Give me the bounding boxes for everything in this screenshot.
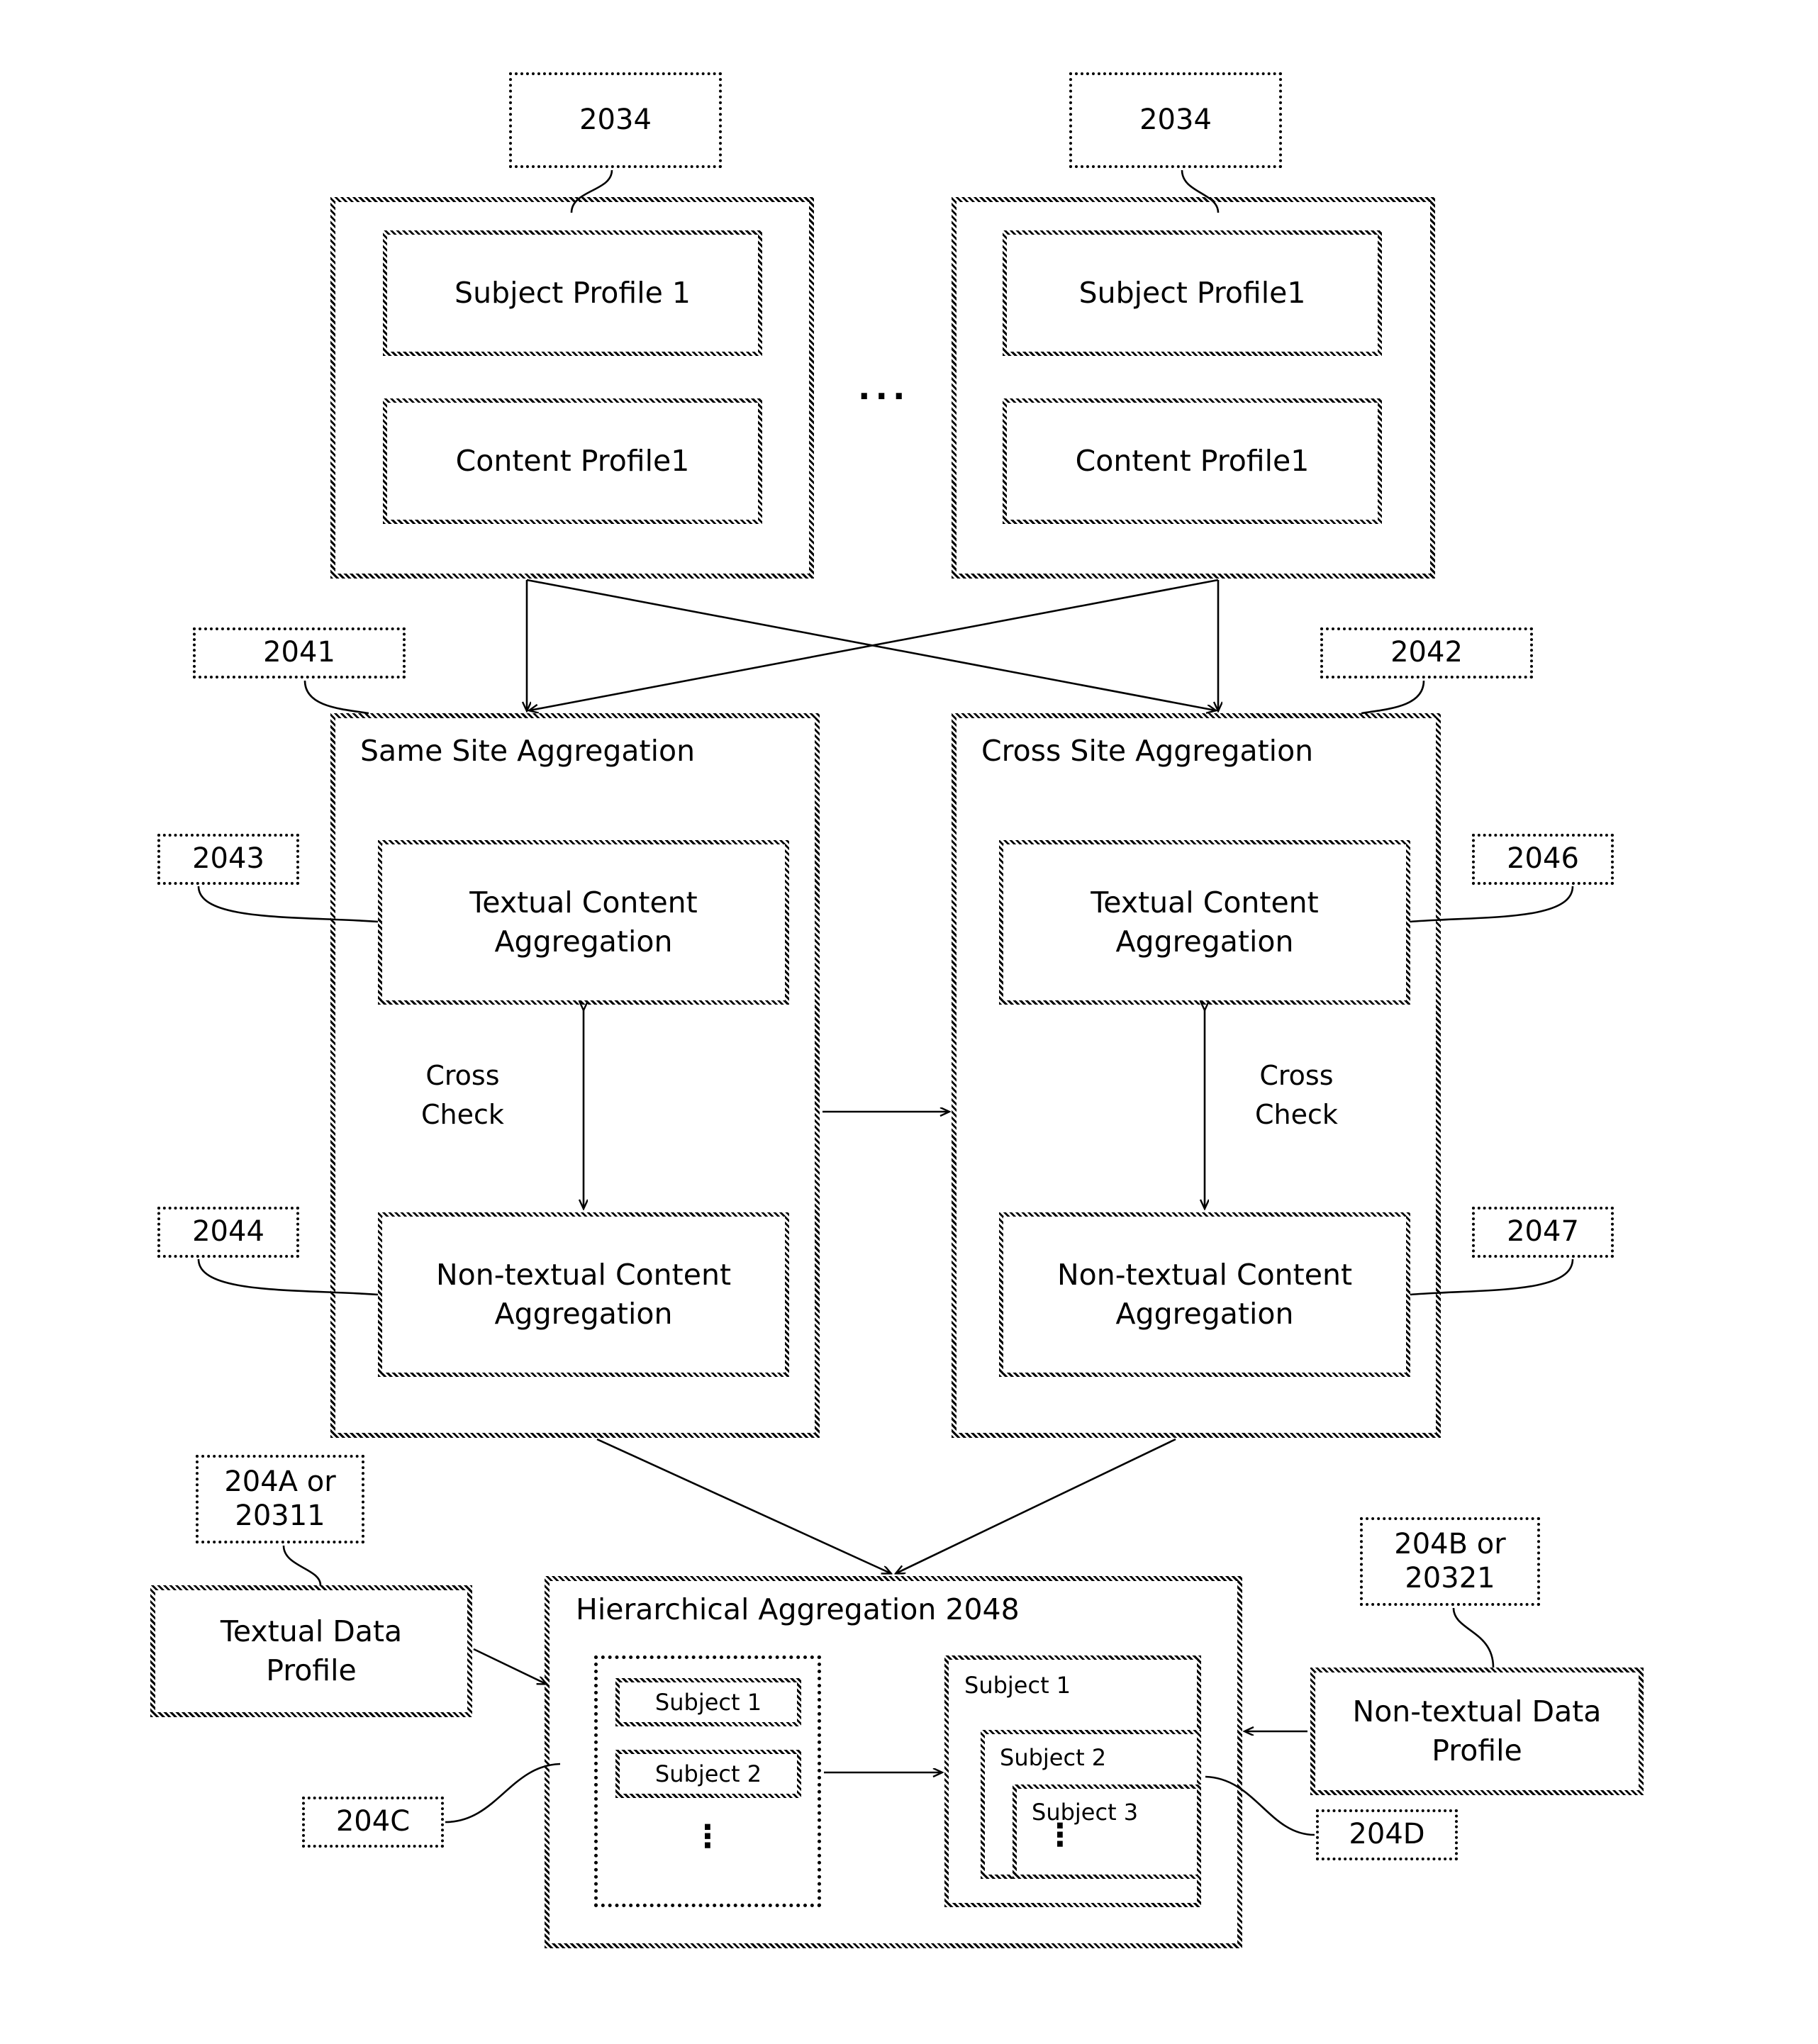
textual-data-profile-box: Textual Data Profile xyxy=(150,1585,472,1717)
hierarchical-aggregation-title: Hierarchical Aggregation 2048 xyxy=(576,1592,1020,1626)
ref-label-2034-right: 2034 xyxy=(1069,72,1282,168)
ref-label-204A: 204A or 20311 xyxy=(196,1455,364,1543)
textual-data-profile-label: Textual Data Profile xyxy=(220,1614,403,1687)
flat-subject-2-box: Subject 2 xyxy=(615,1750,801,1798)
content-profile-label-left: Content Profile1 xyxy=(455,443,690,478)
nested-subject-2-label: Subject 2 xyxy=(1000,1744,1107,1771)
content-profile-box-left: Content Profile1 xyxy=(383,398,762,524)
ref-label-204B: 204B or 20321 xyxy=(1360,1517,1540,1606)
textual-content-aggregation-right: Textual Content Aggregation xyxy=(999,840,1410,1005)
ref-label-2043: 2043 xyxy=(157,834,299,885)
ref-label-204A-text: 204A or 20311 xyxy=(224,1465,336,1532)
ref-label-204B-text: 204B or 20321 xyxy=(1394,1528,1506,1595)
nested-subject-1-label: Subject 1 xyxy=(964,1672,1071,1699)
leader-204C xyxy=(445,1763,561,1824)
arrow-cross-site-to-hierarchical xyxy=(896,1438,1176,1573)
arrow-left-source-to-cross-site xyxy=(526,579,1215,710)
textual-content-aggregation-left: Textual Content Aggregation xyxy=(378,840,789,1005)
flat-subject-1-box: Subject 1 xyxy=(615,1678,801,1726)
arrow-textual-profile-to-hierarchical xyxy=(473,1648,546,1684)
flat-subject-2-label: Subject 2 xyxy=(654,1760,762,1787)
non-textual-content-aggregation-left: Non-textual Content Aggregation xyxy=(378,1212,789,1377)
ref-label-2044-text: 2044 xyxy=(192,1215,264,1249)
cross-check-label-right: Cross Check xyxy=(1255,1060,1338,1131)
non-textual-content-aggregation-right: Non-textual Content Aggregation xyxy=(999,1212,1410,1377)
subject-profile-box-left: Subject Profile 1 xyxy=(383,230,762,356)
leader-2042 xyxy=(1361,680,1425,715)
non-textual-data-profile-box: Non-textual Data Profile xyxy=(1310,1668,1644,1795)
ref-label-2042-text: 2042 xyxy=(1390,636,1463,669)
subject-profile-box-right: Subject Profile1 xyxy=(1003,230,1382,356)
ref-label-204D: 204D xyxy=(1316,1809,1458,1860)
ref-label-2047-text: 2047 xyxy=(1507,1215,1579,1249)
arrow-same-site-to-hierarchical xyxy=(596,1438,891,1573)
leader-204A xyxy=(282,1545,322,1586)
ref-label-2043-text: 2043 xyxy=(192,842,264,876)
ref-label-2047: 2047 xyxy=(1472,1207,1614,1258)
ref-label-2046-text: 2046 xyxy=(1507,842,1579,876)
sources-ellipsis: ... xyxy=(858,369,910,407)
ref-label-2034-left: 2034 xyxy=(509,72,722,168)
non-textual-data-profile-label: Non-textual Data Profile xyxy=(1352,1694,1602,1767)
content-profile-label-right: Content Profile1 xyxy=(1075,443,1310,478)
leader-2041 xyxy=(303,680,369,715)
flat-subject-1-label: Subject 1 xyxy=(654,1689,762,1716)
ref-label-2034-left-text: 2034 xyxy=(579,103,652,136)
ref-label-204C-text: 204C xyxy=(335,1805,411,1838)
ref-label-204D-text: 204D xyxy=(1349,1818,1425,1851)
ref-label-2042: 2042 xyxy=(1320,627,1533,678)
cross-site-aggregation-title: Cross Site Aggregation xyxy=(981,734,1314,768)
subject-profile-label-left: Subject Profile 1 xyxy=(454,275,691,310)
non-textual-content-aggregation-left-label: Non-textual Content Aggregation xyxy=(435,1257,732,1331)
ref-label-2041-text: 2041 xyxy=(263,636,335,669)
textual-content-aggregation-left-label: Textual Content Aggregation xyxy=(469,885,698,959)
flat-subject-ellipsis: ⋮ xyxy=(692,1819,723,1855)
textual-content-aggregation-right-label: Textual Content Aggregation xyxy=(1091,885,1319,959)
arrow-right-source-to-same-site xyxy=(530,579,1219,710)
ref-label-2046: 2046 xyxy=(1472,834,1614,885)
ref-label-2041: 2041 xyxy=(193,627,406,678)
subject-profile-label-right: Subject Profile1 xyxy=(1078,275,1306,310)
cross-check-label-left: Cross Check xyxy=(421,1060,504,1131)
nested-subject-ellipsis: ⋮ xyxy=(1044,1817,1076,1853)
ref-label-2044: 2044 xyxy=(157,1207,299,1258)
ref-label-204C: 204C xyxy=(302,1797,444,1848)
figure-canvas: 2034 2034 Subject Profile 1 Content Prof… xyxy=(0,0,1818,2044)
leader-204B xyxy=(1452,1607,1495,1668)
non-textual-content-aggregation-right-label: Non-textual Content Aggregation xyxy=(1056,1257,1353,1331)
content-profile-box-right: Content Profile1 xyxy=(1003,398,1382,524)
same-site-aggregation-title: Same Site Aggregation xyxy=(360,734,696,768)
ref-label-2034-right-text: 2034 xyxy=(1139,103,1212,136)
